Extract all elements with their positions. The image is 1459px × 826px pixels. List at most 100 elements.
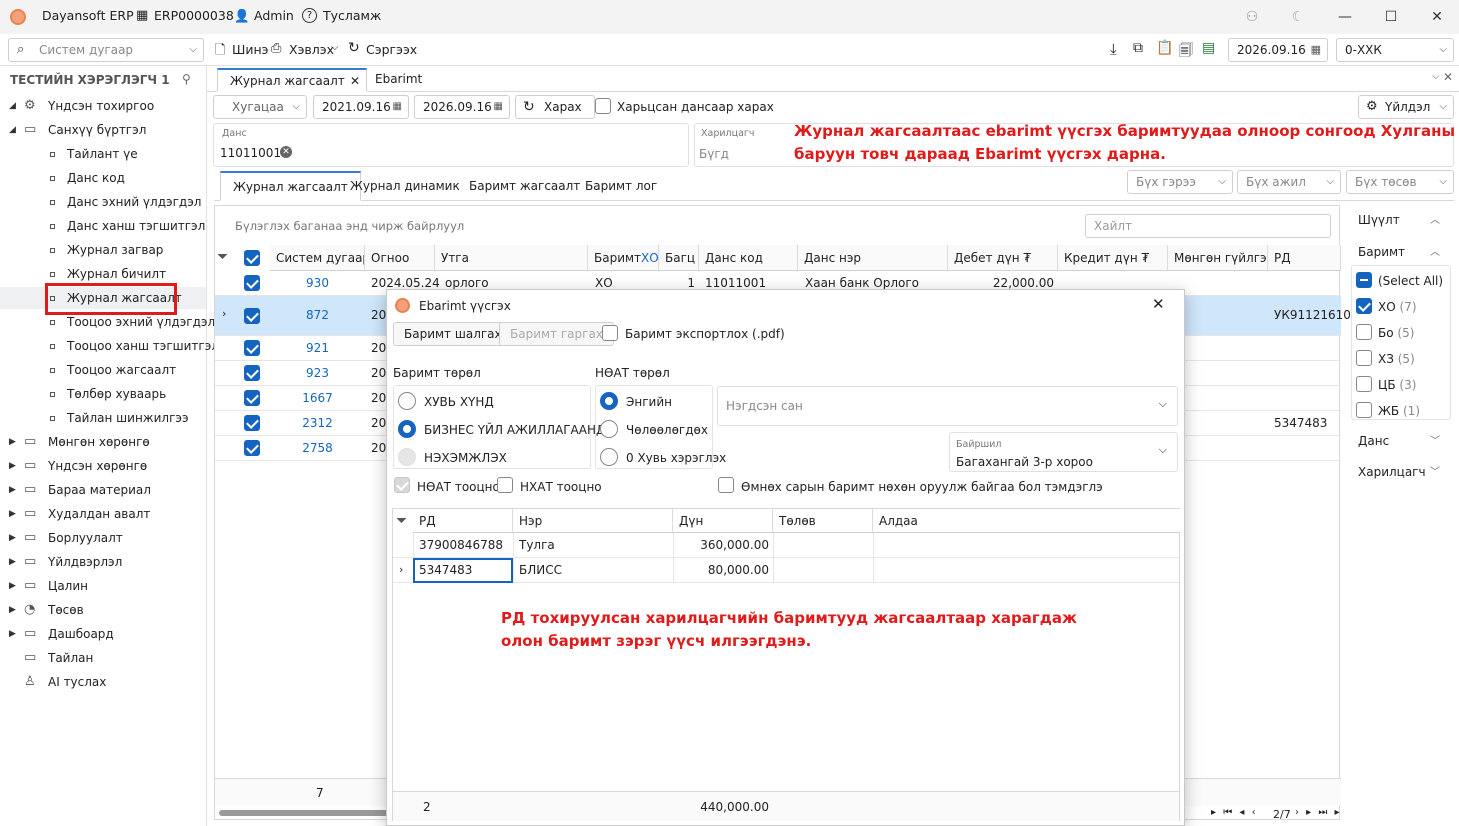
table-row[interactable]: 37900846788 Тулга 360,000.00 bbox=[393, 533, 1179, 558]
chevron-up-icon[interactable]: ︿ bbox=[1430, 211, 1440, 226]
download-icon[interactable]: ⤓ bbox=[1110, 40, 1117, 58]
filter-icon[interactable]: ⏷ bbox=[217, 249, 228, 265]
row-expand-icon[interactable]: › bbox=[222, 307, 226, 320]
prev-month-checkbox[interactable] bbox=[718, 477, 734, 493]
col-rd[interactable]: РД bbox=[413, 509, 513, 533]
vat-zero-radio[interactable] bbox=[600, 448, 618, 466]
export-pdf-checkbox[interactable] bbox=[602, 325, 618, 341]
user-name[interactable]: Admin bbox=[254, 8, 294, 23]
help-link[interactable]: Тусламж bbox=[323, 8, 381, 23]
account-filter-title[interactable]: Данс bbox=[1358, 434, 1389, 448]
row-system-number[interactable]: 2312 bbox=[270, 411, 365, 436]
row-checkbox[interactable] bbox=[244, 440, 260, 456]
row-checkbox[interactable] bbox=[244, 275, 260, 291]
print-chevron-icon[interactable]: ⌵ bbox=[331, 42, 339, 53]
row-checkbox[interactable] bbox=[244, 308, 260, 324]
col-batch[interactable]: Багц bbox=[659, 245, 699, 271]
sidebar-item-fixed-assets[interactable]: ▶ ▭ Үндсэн хөрөнгө bbox=[0, 455, 206, 477]
collapse-arrow-icon[interactable]: ◢ bbox=[9, 119, 16, 141]
col-name[interactable]: Нэр bbox=[513, 509, 673, 533]
clear-icon[interactable]: ✕ bbox=[280, 146, 292, 158]
vat-exempt-radio[interactable] bbox=[600, 420, 618, 438]
close-all-icon[interactable]: ✕ bbox=[1443, 70, 1453, 84]
select-all-checkbox[interactable] bbox=[244, 250, 260, 266]
sidebar-item-journal-entry[interactable]: Журнал бичилт bbox=[0, 263, 206, 285]
col-date[interactable]: Огноо bbox=[365, 245, 435, 271]
sidebar-item-finance[interactable]: ◢ ▭ Санхүү бүртгэл bbox=[0, 119, 206, 141]
col-cash-flow[interactable]: Мөнгөн гүйлгээ bbox=[1168, 245, 1268, 271]
job-select[interactable]: Бүх ажил ⌵ bbox=[1237, 170, 1341, 194]
row-checkbox[interactable] bbox=[244, 365, 260, 381]
expand-arrow-icon[interactable]: ▶ bbox=[9, 551, 16, 573]
date-to-field[interactable]: 2026.09.16 ▦ bbox=[414, 95, 510, 119]
sidebar-item-report-analysis[interactable]: Тайлан шинжилгээ bbox=[0, 407, 206, 429]
select-all-option[interactable] bbox=[1356, 272, 1372, 288]
sidebar-item-cash[interactable]: ▶ ▭ Мөнгөн хөрөнгө bbox=[0, 431, 206, 453]
doc-type-business-radio[interactable] bbox=[398, 420, 416, 438]
sidebar-item-account-opening[interactable]: Данс эхний үлдэгдэл bbox=[0, 191, 206, 213]
row-system-number[interactable]: 872 bbox=[270, 303, 365, 328]
sidebar-item-purchase[interactable]: ▶ ▭ Худалдан авалт bbox=[0, 503, 206, 525]
sidebar-item-journal-template[interactable]: Журнал загвар bbox=[0, 239, 206, 261]
copy-icon[interactable]: ⧉ bbox=[1133, 40, 1143, 56]
vat-normal-radio[interactable] bbox=[600, 392, 618, 410]
expand-arrow-icon[interactable]: ▶ bbox=[9, 503, 16, 525]
sidebar-item-account-code[interactable]: Данс код bbox=[0, 167, 206, 189]
doc-type-personal-radio[interactable] bbox=[398, 392, 416, 410]
branch-select[interactable]: 0-ХХК ⌵ bbox=[1336, 38, 1454, 62]
excel-icon[interactable]: ▤ bbox=[1202, 40, 1215, 56]
sidebar-item-settlement-list[interactable]: Тооцоо жагсаалт bbox=[0, 359, 206, 381]
company-code[interactable]: ERP0000038 bbox=[154, 8, 234, 23]
row-checkbox[interactable] bbox=[244, 415, 260, 431]
col-status[interactable]: Төлөв bbox=[773, 509, 873, 533]
partner-filter-title[interactable]: Харилцагч bbox=[1358, 465, 1426, 479]
col-error[interactable]: Алдаа bbox=[873, 509, 1180, 533]
sidebar-item-budget[interactable]: ▶ ◔ Төсөв bbox=[0, 599, 206, 621]
row-system-number[interactable]: 1667 bbox=[270, 386, 365, 411]
contract-select[interactable]: Бүх гэрээ ⌵ bbox=[1127, 170, 1233, 194]
grid-search-input[interactable]: Хайлт bbox=[1085, 214, 1331, 238]
sidebar-item-inventory[interactable]: ▶ ▭ Бараа материал bbox=[0, 479, 206, 501]
table-row[interactable]: › 5347483 БЛИСС 80,000.00 bbox=[393, 558, 1179, 583]
expand-arrow-icon[interactable]: ▶ bbox=[9, 599, 16, 621]
tab-ebarimt[interactable]: Ebarimt bbox=[363, 68, 434, 92]
col-account-code[interactable]: Данс код bbox=[699, 245, 798, 271]
col-rd[interactable]: РД bbox=[1268, 245, 1341, 271]
budget-select[interactable]: Бүх төсөв ⌵ bbox=[1346, 170, 1454, 194]
sidebar-item-production[interactable]: ▶ ▭ Үйлдвэрлэл bbox=[0, 551, 206, 573]
check-document-button[interactable]: Баримт шалгах bbox=[393, 322, 513, 346]
chevron-down-icon[interactable]: ﹀ bbox=[1430, 463, 1440, 478]
sidebar-item-settlement-rate[interactable]: Тооцоо ханш тэгшитгэл bbox=[0, 335, 219, 357]
sidebar-item-dashboard[interactable]: ▶ ▭ Дашбоард bbox=[0, 623, 206, 645]
row-system-number[interactable]: 930 bbox=[270, 271, 365, 296]
theme-moon-icon[interactable]: ☾ bbox=[1283, 6, 1313, 28]
close-dialog-button[interactable]: ✕ bbox=[1152, 295, 1165, 313]
fund-select[interactable]: Нэгдсэн сан ⌵ bbox=[717, 386, 1178, 426]
maximize-button[interactable]: ☐ bbox=[1376, 6, 1406, 28]
sidebar-item-sales[interactable]: ▶ ▭ Борлуулалт bbox=[0, 527, 206, 549]
option-checkbox[interactable] bbox=[1356, 376, 1372, 392]
option-checkbox[interactable] bbox=[1356, 350, 1372, 366]
date-from-field[interactable]: 2021.09.16 ▦ bbox=[313, 95, 409, 119]
pager-controls-next[interactable]: › ▸ ⏭ ▸ bbox=[1295, 807, 1342, 818]
filter-icon[interactable]: ⏷ bbox=[396, 513, 407, 529]
nhat-calc-checkbox[interactable] bbox=[497, 477, 513, 493]
col-account-name[interactable]: Данс нэр bbox=[798, 245, 948, 271]
row-system-number[interactable]: 921 bbox=[270, 336, 365, 361]
system-number-search[interactable]: ⌕ Систем дугаар ⌵ bbox=[8, 38, 204, 62]
vat-calc-checkbox[interactable] bbox=[394, 477, 410, 493]
chevron-down-icon[interactable]: ﹀ bbox=[1430, 432, 1440, 447]
work-date-field[interactable]: 2026.09.16 ▦ bbox=[1228, 38, 1328, 62]
expand-arrow-icon[interactable]: ▶ bbox=[9, 527, 16, 549]
subtab-document-log[interactable]: Баримт лог bbox=[585, 179, 657, 193]
pin-icon[interactable]: ⚲ bbox=[182, 72, 191, 86]
row-system-number[interactable]: 923 bbox=[270, 361, 365, 386]
row-system-number[interactable]: 2758 bbox=[270, 436, 365, 461]
row-checkbox[interactable] bbox=[244, 390, 260, 406]
subtab-journal-list[interactable]: Журнал жагсаалт bbox=[220, 171, 361, 201]
account-icon[interactable]: ⚇ bbox=[1237, 6, 1267, 28]
subtab-journal-dynamic[interactable]: Журнал динамик bbox=[350, 179, 460, 193]
chevron-up-icon[interactable]: ︿ bbox=[1430, 243, 1440, 258]
paste-icon[interactable]: 📋 bbox=[1156, 40, 1173, 56]
expand-arrow-icon[interactable]: ▶ bbox=[9, 479, 16, 501]
